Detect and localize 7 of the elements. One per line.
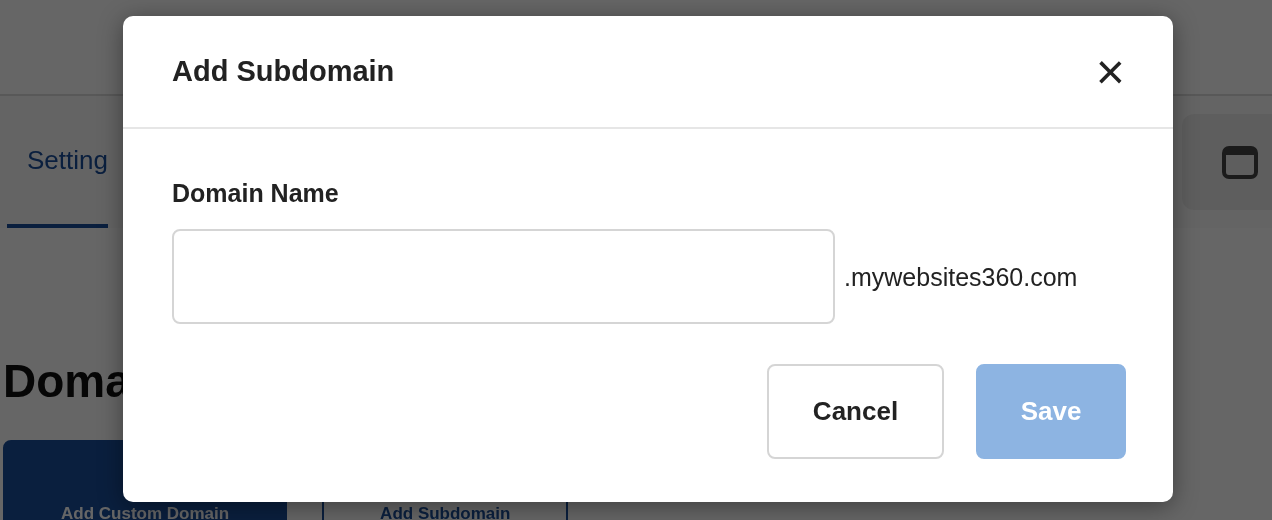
modal-title: Add Subdomain [172, 54, 395, 89]
modal-button[interactable]: Cancel [767, 363, 944, 459]
domain-suffix: .mywebsites360.com [844, 261, 1078, 293]
field-label: Domain Name [172, 178, 340, 209]
close-button[interactable]: × [1095, 46, 1125, 97]
window-icon[interactable] [1222, 145, 1258, 179]
domain-input-field[interactable] [172, 228, 835, 324]
